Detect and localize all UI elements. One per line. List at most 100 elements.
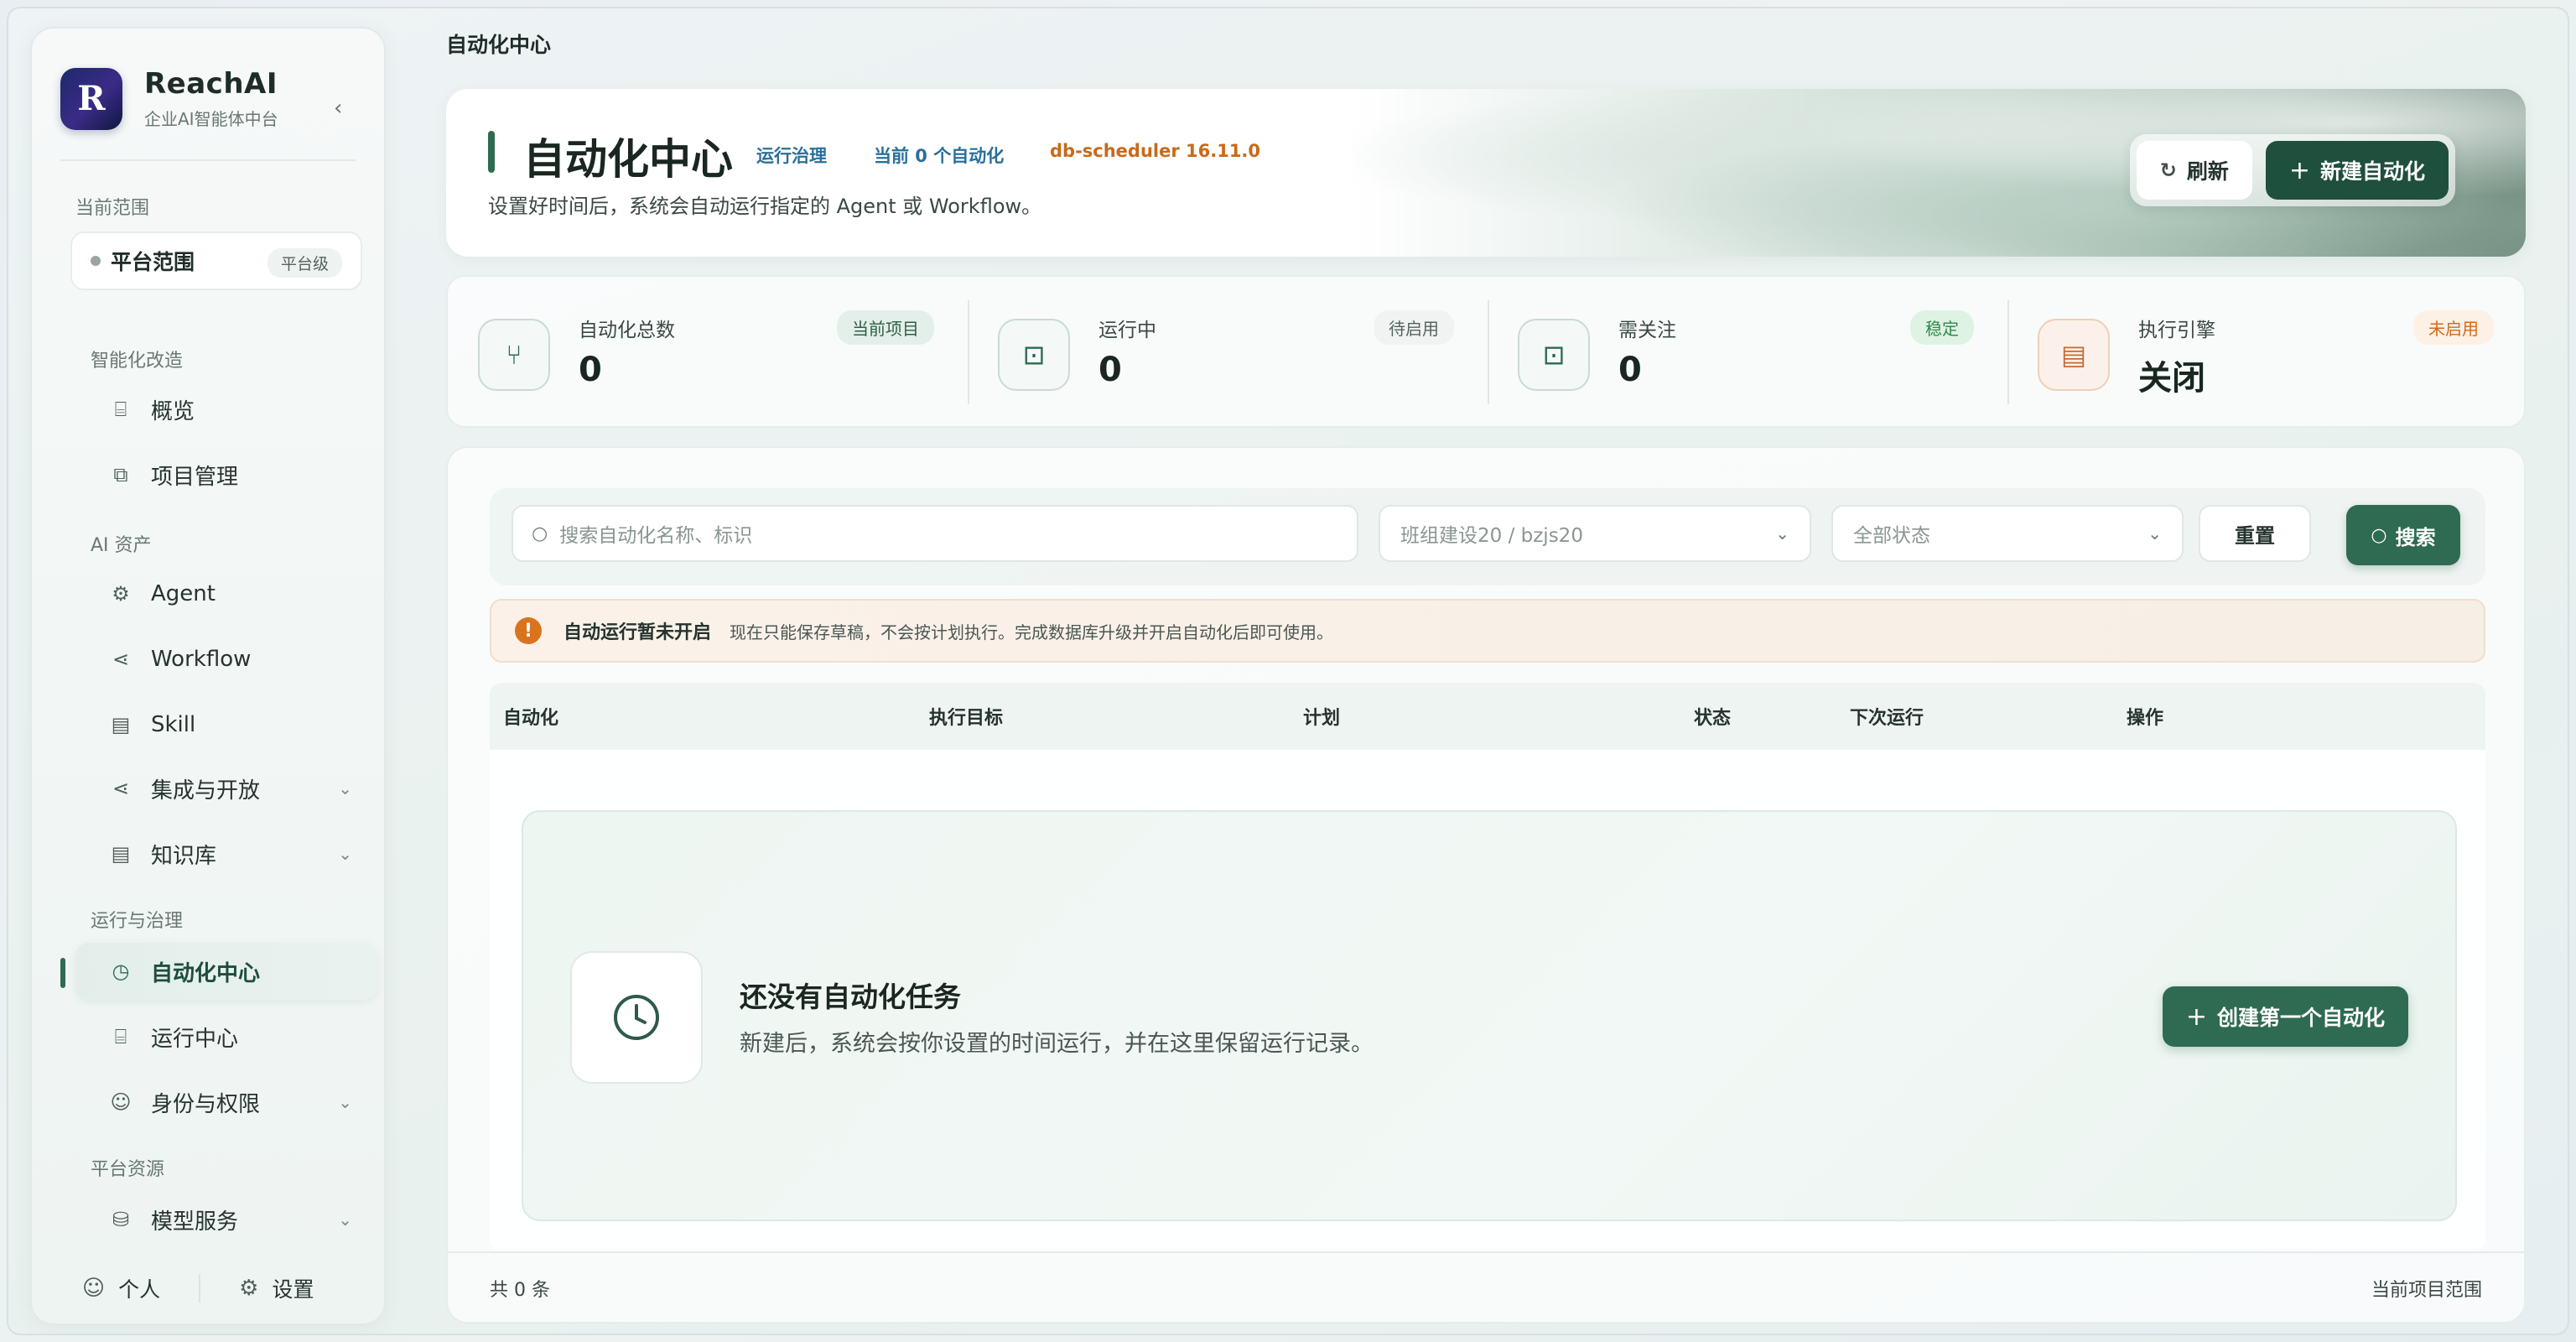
stat-value: 0 [1098,351,1122,389]
sidebar-item-label: Workflow [151,647,252,672]
search-input[interactable]: ○ 搜索自动化名称、标识 [512,505,1358,562]
scope-label: 当前范围 [75,198,150,219]
tag-governance: 运行治理 [756,146,827,166]
timer-icon: ◷ [112,960,130,983]
sidebar-item-label: 身份与权限 [151,1091,261,1117]
chevron-down-icon: ⌄ [2148,523,2162,544]
projects-icon: ⧉ [113,463,128,486]
column-header-next-run: 下次运行 [1850,708,1924,729]
status-select[interactable]: 全部状态 ⌄ [1831,505,2184,562]
sidebar-item-overview[interactable]: ⌸ 概览 [75,381,377,438]
page-title: 自动化中心 [523,135,733,184]
sidebar-item-workflow[interactable]: ⋖ Workflow [75,631,377,688]
sidebar: R ReachAI 企业AI智能体中台 ‹ 当前范围 平台范围 平台级 智能化改… [30,27,386,1325]
column-header-actions: 操作 [2127,708,2164,729]
stats-bar: ⑂ 自动化总数 0 当前项目 ⊡ 运行中 0 待启用 ⊡ 需关注 0 稳定 ▤ … [446,275,2526,428]
sidebar-item-integration[interactable]: ⋖ 集成与开放 ⌄ [75,760,377,817]
sidebar-item-knowledge[interactable]: ▤ 知识库 ⌄ [75,825,377,882]
project-select[interactable]: 班组建设20 / bzjs20 ⌄ [1379,505,1811,562]
clock-icon [570,951,703,1084]
robot-alert-icon: ⊡ [1518,319,1590,391]
book-icon: ▤ [111,842,131,866]
chevron-down-icon: ⌄ [1775,523,1789,544]
status-badge: 当前项目 [837,310,934,345]
reachai-logo: R [60,67,122,130]
sidebar-item-label: 集成与开放 [151,778,261,804]
status-badge: 未启用 [2413,310,2494,345]
alert-title: 自动运行暂未开启 [564,622,712,643]
brand-subtitle: 企业AI智能体中台 [144,109,278,129]
refresh-label: 刷新 [2186,159,2229,184]
scope-note: 当前项目范围 [2371,1280,2482,1301]
stat-label: 执行引擎 [2138,320,2215,341]
user-icon: ☺ [110,1090,132,1114]
chevron-down-icon: ⌄ [338,1209,352,1230]
database-icon: ⛁ [112,1208,130,1231]
search-button[interactable]: ○ 搜索 [2346,505,2460,565]
workflow-icon: ⑂ [478,319,550,391]
sidebar-item-model-service[interactable]: ⛁ 模型服务 ⌄ [75,1191,377,1248]
page-header: 自动化中心 运行治理 当前 0 个自动化 db-scheduler 16.11.… [446,89,2526,257]
sidebar-footer: ☺ 个人 ⚙ 设置 [82,1273,314,1303]
column-header-schedule: 计划 [1303,708,1341,729]
tag-scheduler-version: db-scheduler 16.11.0 [1040,139,1271,163]
warning-icon: ! [515,617,542,644]
sidebar-item-skill[interactable]: ▤ Skill [75,696,377,753]
reset-button[interactable]: 重置 [2199,505,2311,562]
refresh-icon: ↻ [2159,159,2177,182]
group-label-transform: 智能化改造 [91,351,184,372]
status-select-value: 全部状态 [1853,525,1930,547]
plus-icon: + [2185,1001,2207,1032]
search-icon: ○ [2371,524,2387,546]
filter-bar: ○ 搜索自动化名称、标识 班组建设20 / bzjs20 ⌄ 全部状态 ⌄ 重置… [490,488,2485,585]
engine-icon: ▤ [2038,319,2110,391]
status-badge: 待启用 [1374,310,1454,345]
brand[interactable]: R ReachAI 企业AI智能体中台 [60,67,278,130]
sidebar-item-label: 运行中心 [151,1026,239,1052]
status-badge: 稳定 [1910,310,1974,345]
empty-description: 新建后，系统会按你设置的时间运行，并在这里保留运行记录。 [740,1031,1374,1057]
sidebar-item-agent[interactable]: ⚙ Agent [75,565,377,622]
scope-dot-icon [91,256,101,266]
stat-label: 需关注 [1618,320,1676,341]
sidebar-item-label: Agent [151,581,216,606]
warning-alert: ! 自动运行暂未开启 现在只能保存草稿，不会按计划执行。完成数据库升级并开启自动… [490,599,2485,663]
create-first-automation-button[interactable]: + 创建第一个自动化 [2162,986,2408,1047]
settings-link[interactable]: 设置 [272,1273,314,1303]
new-automation-label: 新建自动化 [2319,159,2425,184]
chevron-down-icon: ⌄ [338,1092,352,1112]
column-header-status: 状态 [1694,708,1732,729]
personal-link[interactable]: 个人 [118,1273,160,1303]
group-label-platform: 平台资源 [91,1159,165,1180]
app-window: R ReachAI 企业AI智能体中台 ‹ 当前范围 平台范围 平台级 智能化改… [7,7,2569,1335]
sidebar-item-automation[interactable]: ◷ 自动化中心 [75,943,377,1000]
stat-running: ⊡ 运行中 0 待启用 [968,277,1488,429]
divider [60,159,356,161]
share-icon: ⋖ [112,648,130,671]
sidebar-item-label: 自动化中心 [151,960,261,986]
collapse-sidebar-icon[interactable]: ‹ [334,96,342,121]
scope-selector[interactable]: 平台范围 平台级 [70,231,362,290]
search-icon: ○ [532,523,548,544]
sidebar-item-run-center[interactable]: ⌸ 运行中心 [75,1008,377,1065]
tag-automation-count: 当前 0 个自动化 [874,146,1005,166]
stat-value: 0 [1618,351,1642,389]
project-select-value: 班组建设20 / bzjs20 [1400,525,1583,547]
chip-icon: ⚙ [112,582,130,606]
presentation-icon: ⌸ [114,398,127,421]
refresh-button[interactable]: ↻ 刷新 [2136,141,2252,200]
robot-icon: ⊡ [998,319,1070,391]
sidebar-item-label: 概览 [151,398,195,424]
brand-name: ReachAI [144,67,278,101]
chevron-down-icon: ⌄ [338,778,352,798]
new-automation-button[interactable]: + 新建自动化 [2265,141,2449,200]
search-button-label: 搜索 [2395,525,2436,549]
scope-name: 平台范围 [111,250,195,274]
create-label: 创建第一个自动化 [2216,1006,2385,1030]
sidebar-item-projects[interactable]: ⧉ 项目管理 [75,446,377,503]
page-description: 设置好时间后，系统会自动运行指定的 Agent 或 Workflow。 [488,195,1042,218]
column-header-automation: 自动化 [503,708,559,729]
sidebar-item-identity[interactable]: ☺ 身份与权限 ⌄ [75,1074,377,1131]
divider [448,1251,2524,1253]
stat-label: 自动化总数 [579,320,675,341]
